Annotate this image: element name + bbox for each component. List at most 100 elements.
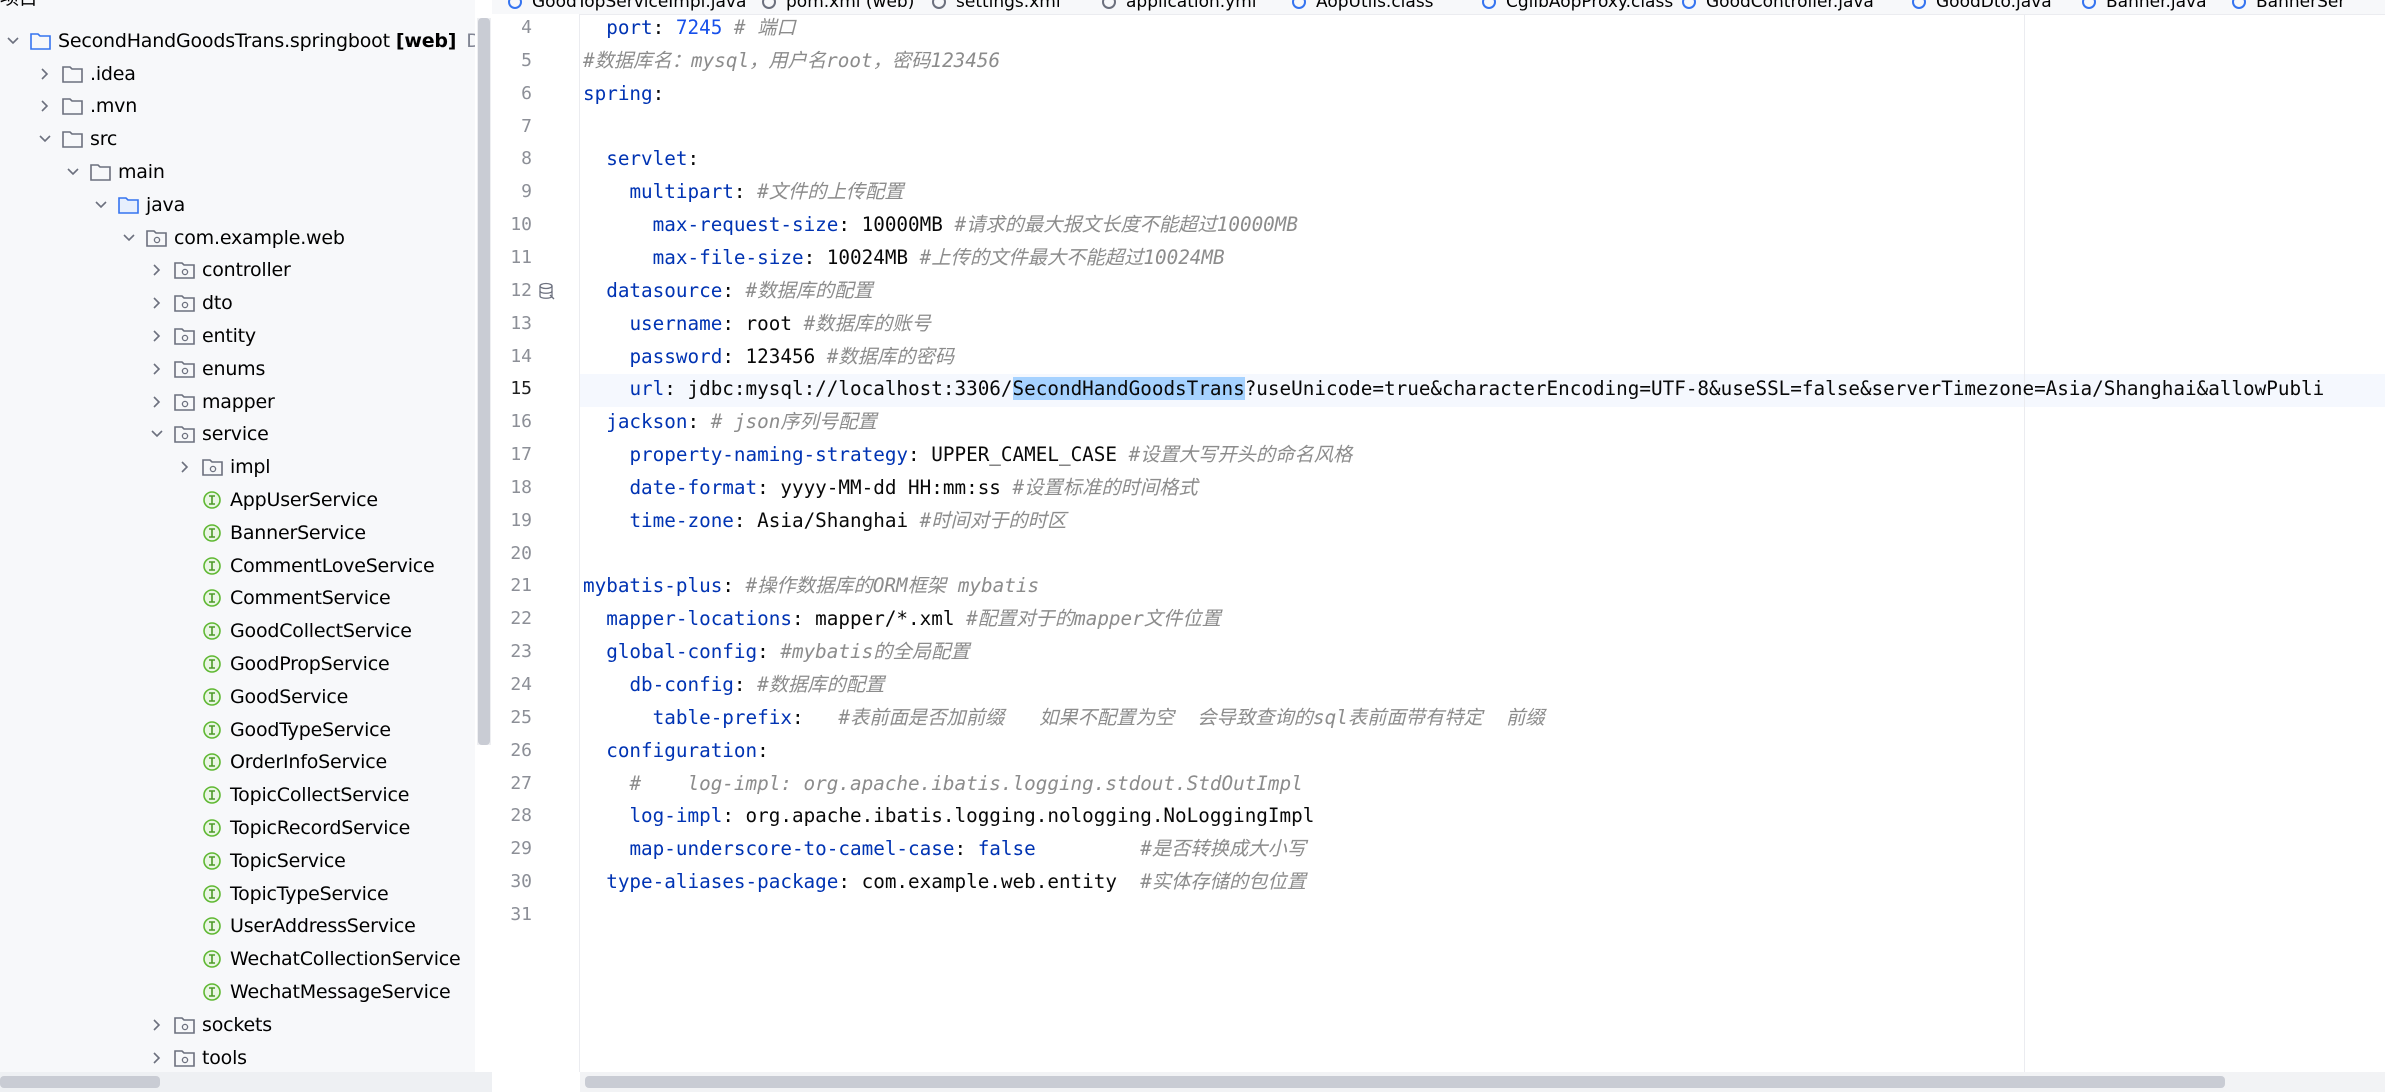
tree-item-label: OrderInfoService [230,751,387,774]
code-line[interactable]: multipart: #文件的上传配置 [583,175,904,208]
code-line[interactable]: table-prefix: #表前面是否加前缀 如果不配置为空 会导致查询的sq… [583,701,1545,734]
tree-item[interactable]: .mvn [0,90,475,123]
database-icon[interactable] [538,282,556,302]
chevron-right-icon[interactable] [150,1018,164,1032]
tree-item[interactable]: enums [0,352,475,385]
code-line[interactable]: property-naming-strategy: UPPER_CAMEL_CA… [583,438,1352,471]
tree-vertical-scrollbar[interactable] [478,18,490,745]
code-line[interactable]: global-config: #mybatis的全局配置 [583,635,969,668]
tree-item[interactable]: TopicTypeService [0,877,475,910]
chevron-right-icon[interactable] [38,99,52,113]
interface-icon [202,916,224,936]
interface-icon [202,720,224,740]
tree-item[interactable]: main [0,155,475,188]
tab-bannerservice[interactable]: BannerSer [2232,0,2345,14]
code-comment: # json序列号配置 [710,410,877,434]
code-line[interactable]: spring: [583,77,664,110]
code-line[interactable]: max-file-size: 10024MB #上传的文件最大不能超过10024… [583,241,1225,274]
tree-item[interactable]: java [0,188,475,221]
chevron-down-icon[interactable] [94,198,108,212]
tree-row-project-root[interactable]: SecondHandGoodsTrans.springboot [web] D:… [0,24,475,57]
chevron-down-icon[interactable] [122,231,136,245]
chevron-right-icon[interactable] [150,329,164,343]
tree-item[interactable]: dto [0,287,475,320]
code-line[interactable]: # log-impl: org.apache.ibatis.logging.st… [583,767,1302,800]
yaml-value: 123456 [745,344,827,368]
code-comment: #请求的最大报文长度不能超过10000MB [954,213,1299,237]
code-line[interactable]: mapper-locations: mapper/*.xml #配置对于的map… [583,602,1221,635]
yaml-value: 10000MB [861,213,955,237]
tab-banner[interactable]: Banner.java [2082,0,2207,14]
code-line[interactable]: servlet: [583,142,699,175]
tree-item[interactable]: service [0,418,475,451]
code-line[interactable]: mybatis-plus: #操作数据库的ORM框架 mybatis [583,569,1039,602]
chevron-right-icon[interactable] [150,362,164,376]
code-line[interactable]: #数据库名：mysql，用户名root，密码123456 [583,44,1000,77]
chevron-right-icon[interactable] [150,296,164,310]
tree-item[interactable]: TopicCollectService [0,779,475,812]
tree-item[interactable]: entity [0,319,475,352]
tree-item[interactable]: com.example.web [0,221,475,254]
code-line[interactable]: log-impl: org.apache.ibatis.logging.nolo… [583,799,1314,832]
chevron-down-icon[interactable] [6,34,20,48]
tree-item[interactable]: WechatMessageService [0,975,475,1008]
tree-item[interactable]: WechatCollectionService [0,943,475,976]
tree-item[interactable]: BannerService [0,516,475,549]
code-line[interactable]: username: root #数据库的账号 [583,307,930,340]
code-line[interactable]: time-zone: Asia/Shanghai #时间对于的时区 [583,504,1066,537]
code-comment: #文件的上传配置 [757,180,904,204]
tree-item[interactable]: GoodService [0,680,475,713]
code-line[interactable]: jackson: # json序列号配置 [583,405,877,438]
tree-item[interactable]: tools [0,1041,475,1074]
chevron-down-icon[interactable] [66,165,80,179]
code-line[interactable]: map-underscore-to-camel-case: false #是否转… [583,832,1306,865]
code-line[interactable]: password: 123456 #数据库的密码 [583,340,954,373]
tree-item[interactable]: impl [0,451,475,484]
tree-item[interactable]: src [0,123,475,156]
editor-horizontal-scrollbar[interactable] [585,1076,2225,1088]
tree-item[interactable]: UserAddressService [0,910,475,943]
tab-aoputils[interactable]: AopUtils.class [1292,0,1434,14]
yaml-separator: : [722,804,746,828]
tree-item[interactable]: AppUserService [0,483,475,516]
tree-item[interactable]: CommentService [0,582,475,615]
tree-item[interactable]: GoodCollectService [0,615,475,648]
chevron-right-icon[interactable] [178,460,192,474]
code-line[interactable]: max-request-size: 10000MB #请求的最大报文长度不能超过… [583,208,1298,241]
tree-item[interactable]: sockets [0,1008,475,1041]
tree-item[interactable]: GoodTypeService [0,713,475,746]
tree-item[interactable]: TopicRecordService [0,811,475,844]
chevron-right-icon[interactable] [38,67,52,81]
chevron-right-icon[interactable] [150,1051,164,1065]
code-line[interactable]: url: jdbc:mysql://localhost:3306/SecondH… [583,372,2324,405]
tree-item[interactable]: GoodPropService [0,647,475,680]
tab-application-yml[interactable]: application.yml [1102,0,1257,14]
yaml-key: port [606,16,653,39]
tree-item[interactable]: OrderInfoService [0,746,475,779]
tab-cglibaopproxy[interactable]: CglibAopProxy.class [1482,0,1673,14]
tab-gooddto[interactable]: GoodDto.java [1912,0,2052,14]
yaml-value: false [977,837,1036,861]
code-line[interactable]: datasource: #数据库的配置 [583,274,873,307]
code-line[interactable]: configuration: [583,734,769,767]
tree-item[interactable]: controller [0,254,475,287]
tree-horizontal-scrollbar[interactable] [0,1076,160,1088]
tree-item-label: java [146,193,186,216]
code-line[interactable]: type-aliases-package: com.example.web.en… [583,865,1306,898]
tree-item[interactable]: TopicService [0,844,475,877]
tree-item[interactable]: CommentLoveService [0,549,475,582]
line-number: 16 [510,411,532,433]
code-line[interactable]: port: 7245 # 端口 [583,11,795,44]
tree-item[interactable]: .idea [0,57,475,90]
chevron-right-icon[interactable] [150,263,164,277]
code-line[interactable]: date-format: yyyy-MM-dd HH:mm:ss #设置标准的时… [583,471,1197,504]
tab-settings-xml[interactable]: settings.xml [932,0,1061,14]
chevron-right-icon[interactable] [150,395,164,409]
tree-item[interactable]: mapper [0,385,475,418]
chevron-down-icon[interactable] [150,427,164,441]
chevron-down-icon[interactable] [38,132,52,146]
tab-goodcontroller[interactable]: GoodController.java [1682,0,1874,14]
yaml-value: UPPER_CAMEL_CASE [931,443,1129,467]
code-line[interactable]: db-config: #数据库的配置 [583,668,884,701]
